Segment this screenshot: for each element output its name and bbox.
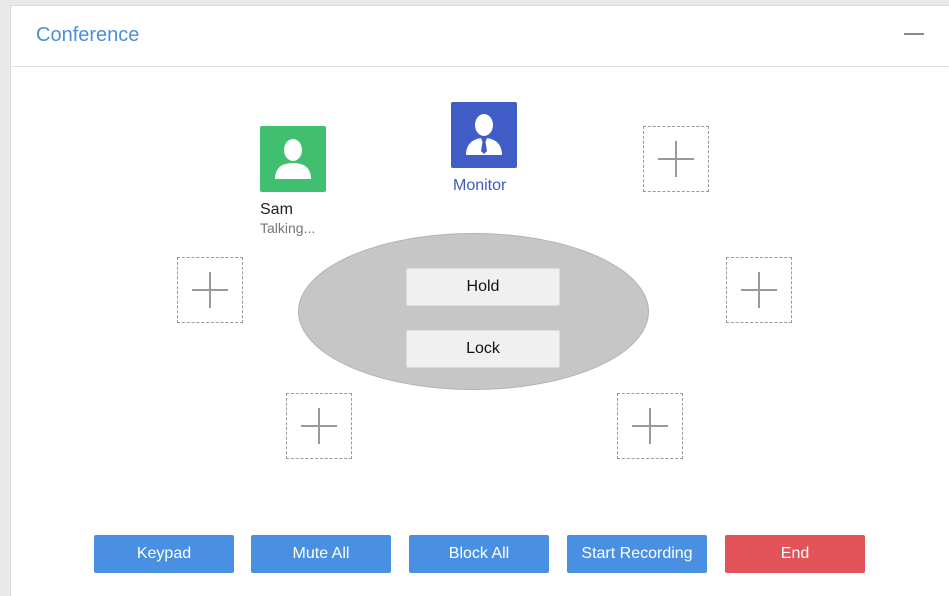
mute-all-button[interactable]: Mute All <box>251 535 391 573</box>
add-participant-slot[interactable] <box>726 257 792 323</box>
panel-header: Conference <box>11 6 949 67</box>
add-participant-slot[interactable] <box>286 393 352 459</box>
plus-icon <box>301 408 337 444</box>
hold-button[interactable]: Hold <box>406 268 560 306</box>
monitor-avatar[interactable] <box>451 102 517 168</box>
panel-title: Conference <box>36 24 140 46</box>
minimize-icon[interactable] <box>904 33 924 35</box>
monitor-label: Monitor <box>453 177 507 194</box>
add-participant-slot[interactable] <box>617 393 683 459</box>
block-all-button[interactable]: Block All <box>409 535 549 573</box>
participant-status: Talking... <box>260 220 316 236</box>
add-participant-slot[interactable] <box>177 257 243 323</box>
plus-icon <box>658 141 694 177</box>
plus-icon <box>632 408 668 444</box>
plus-icon <box>192 272 228 308</box>
participant-avatar-sam[interactable] <box>260 126 326 192</box>
user-icon <box>275 139 311 179</box>
plus-icon <box>741 272 777 308</box>
lock-button[interactable]: Lock <box>406 330 560 368</box>
participant-name: Sam <box>260 201 293 218</box>
end-button[interactable]: End <box>725 535 865 573</box>
start-recording-button[interactable]: Start Recording <box>567 535 707 573</box>
add-participant-slot[interactable] <box>643 126 709 192</box>
keypad-button[interactable]: Keypad <box>94 535 234 573</box>
user-tie-icon <box>466 114 502 155</box>
